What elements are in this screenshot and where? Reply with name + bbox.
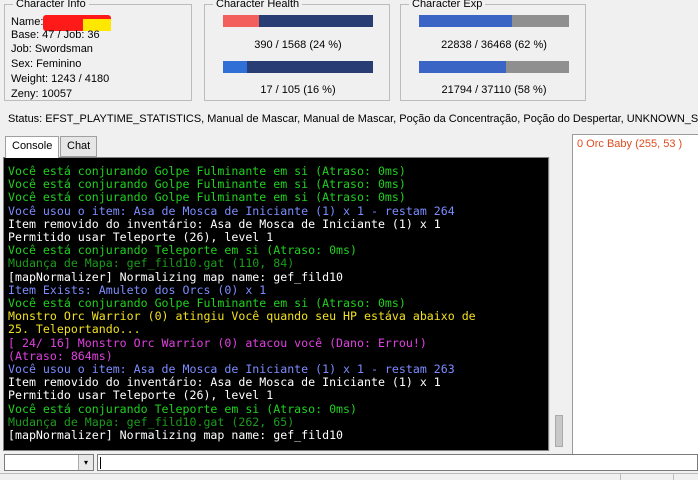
console-line: 25. Teleportando...	[8, 322, 141, 337]
console-line: Permitido usar Teleporte (26), level 1	[8, 388, 274, 403]
zeny: Zeny: 10057	[11, 88, 73, 100]
console-line: Permitido usar Teleporte (26), level 1	[8, 230, 274, 244]
list-item[interactable]: 0 Orc Baby (255, 53 )	[577, 138, 682, 150]
console-line: Você está conjurando Golpe Fulminante em…	[8, 190, 406, 205]
console-scrollbar-thumb[interactable]	[555, 415, 563, 447]
tab-console[interactable]: Console	[5, 136, 60, 158]
console-scrollbar[interactable]	[549, 157, 568, 451]
console-line: Item removido do inventário: Asa de Mosc…	[8, 216, 441, 231]
text-caret	[100, 457, 101, 469]
character-exp-group: Character Exp 22838 / 36468 (62 %) 21794…	[400, 0, 586, 101]
console-line: Você está conjurando Teleporte em si (At…	[8, 243, 358, 258]
base-exp-text: 22838 / 36468 (62 %)	[441, 39, 547, 51]
console-line: Você está conjurando Golpe Fulminante em…	[8, 296, 406, 310]
monster-list-panel[interactable]: 0 Orc Baby (255, 53 )	[572, 134, 698, 456]
status-effects-line: Status: EFST_PLAYTIME_STATISTICS, Manual…	[8, 113, 698, 125]
hp-bar	[223, 15, 373, 27]
status-bar-separator	[620, 474, 621, 480]
weight: Weight: 1243 / 4180	[11, 73, 110, 85]
base-job-level: Base: 47 / Job: 36	[11, 29, 100, 41]
base-exp-bar-fill	[419, 15, 512, 27]
console-line: [ 24/ 16] Monstro Orc Warrior (0) atacou…	[8, 335, 427, 350]
character-health-title: Character Health	[213, 0, 303, 10]
character-info-group: Character Info Name: Base: 47 / Job: 36 …	[4, 0, 192, 101]
character-health-group: Character Health 390 / 1568 (24 %) 17 / …	[204, 0, 390, 101]
character-info-title: Character Info	[13, 0, 89, 10]
job-exp-bar-fill	[419, 61, 506, 73]
console-line: Mudança de Mapa: gef_fild10.gat (262, 65…	[8, 414, 295, 429]
tab-chat[interactable]: Chat	[60, 136, 98, 157]
job-class: Job: Swordsman	[11, 43, 93, 55]
status-bar-separator	[673, 474, 674, 480]
sex: Sex: Feminino	[11, 58, 82, 70]
console-line: [mapNormalizer] Normalizing map name: ge…	[8, 269, 344, 284]
hp-bar-fill	[223, 15, 259, 27]
chevron-down-icon[interactable]: ▾	[78, 455, 93, 470]
console-line: Você está conjurando Teleporte em si (At…	[8, 401, 358, 416]
console-line: Você está conjurando Golpe Fulminante em…	[8, 177, 406, 192]
sp-bar-fill	[223, 61, 247, 73]
console-line: Monstro Orc Warrior (0) atingiu Você qua…	[8, 309, 476, 324]
console-line: Mudança de Mapa: gef_fild10.gat (110, 84…	[8, 256, 295, 271]
sp-text: 17 / 105 (16 %)	[260, 84, 336, 96]
console-line: Item removido do inventário: Asa de Mosc…	[8, 375, 441, 390]
console-line: Você está conjurando Golpe Fulminante em…	[8, 164, 406, 178]
job-exp-text: 21794 / 37110 (58 %)	[441, 84, 547, 96]
console-line: Você usou o item: Asa de Mosca de Inicia…	[8, 203, 455, 218]
console-line: Item Exists: Amuleto dos Orcs (0) x 1	[8, 282, 267, 297]
sp-bar	[223, 61, 373, 73]
command-type-combo[interactable]: ▾	[4, 454, 94, 471]
base-exp-bar	[419, 15, 569, 27]
console-line: [mapNormalizer] Normalizing map name: ge…	[8, 428, 344, 442]
hp-text: 390 / 1568 (24 %)	[254, 39, 342, 51]
character-exp-title: Character Exp	[409, 0, 486, 10]
name-label: Name:	[11, 16, 44, 28]
console-line: Você usou o item: Asa de Mosca de Inicia…	[8, 362, 455, 376]
console-output[interactable]: Você está conjurando Golpe Fulminante em…	[3, 157, 549, 451]
console-line: (Atraso: 864ms)	[8, 348, 113, 363]
command-input[interactable]	[97, 454, 698, 471]
job-exp-bar	[419, 61, 569, 73]
